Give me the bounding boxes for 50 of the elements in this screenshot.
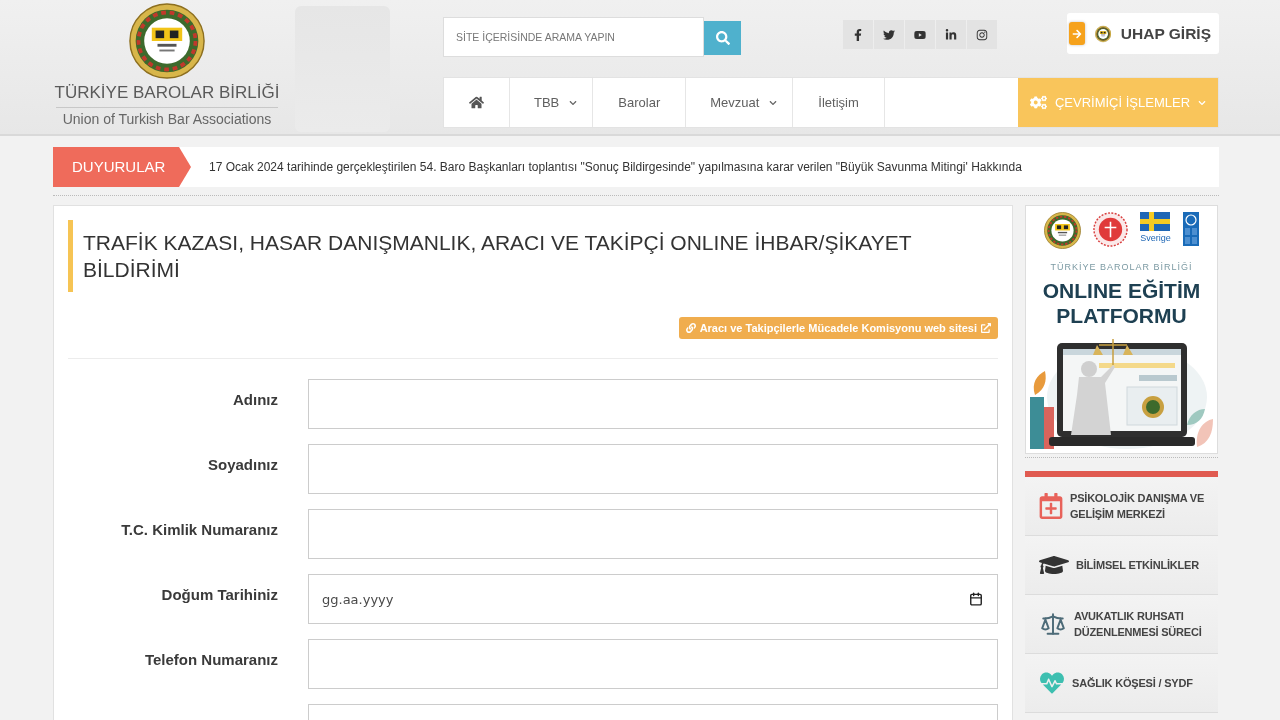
heart-pulse-icon <box>1039 671 1065 695</box>
twitter-icon <box>883 28 895 41</box>
field-label: Soyadınız <box>208 455 278 475</box>
field-label: Doğum Tarihiniz <box>161 585 278 605</box>
nav-link[interactable]: TBB <box>510 78 594 127</box>
text-field[interactable] <box>308 639 998 689</box>
nav-link[interactable]: Barolar <box>593 78 687 127</box>
scale-icon <box>1039 611 1067 637</box>
banner-title: ONLINE EĞİTİM PLATFORMU <box>1041 277 1202 328</box>
external-link-icon <box>981 323 991 333</box>
training-platform-banner[interactable]: Sverige TÜRKİYE BAROLAR BİRLİĞİ ONLINE EĞİTİM PLATFORMU <box>1025 205 1218 454</box>
seal-icon <box>1093 212 1129 247</box>
nav-link[interactable]: Mevzuat <box>686 78 794 127</box>
emblem-icon <box>129 3 205 79</box>
text-field[interactable] <box>308 444 998 494</box>
page-title: TRAFİK KAZASI, HASAR DANIŞMANLIK, ARACI VE TAKİPÇİ ONLINE İHBAR/ŞİKAYET BİLDİRİMİ <box>83 230 913 283</box>
announcement-link[interactable]: 17 Ocak 2024 tarihinde gerçekleştirilen 54. Baro Başkanları toplantısı "Sonuç Bildirgesinde" yapılmasına karar verilen "Büyük Savunma Mitingi' Hakkında <box>209 158 1022 176</box>
arrow-right-icon <box>1069 22 1085 45</box>
text-field[interactable] <box>308 379 998 429</box>
youtube-link[interactable] <box>905 20 935 49</box>
search-icon <box>715 31 730 45</box>
home-icon <box>469 95 484 110</box>
calendar-icon <box>969 592 983 606</box>
banner-subtitle: TÜRKİYE BAROLAR BİRLİĞİ <box>1050 261 1193 274</box>
text-field[interactable] <box>308 509 998 559</box>
twitter-link[interactable] <box>874 20 904 49</box>
youtube-icon <box>914 28 926 41</box>
instagram-link[interactable] <box>967 20 997 49</box>
facebook-icon <box>852 28 864 41</box>
field-label: Telefon Numaranız <box>144 650 278 670</box>
calendar-plus-icon <box>1039 493 1063 519</box>
logo-caption: Sverige <box>1140 233 1171 243</box>
facebook-link[interactable] <box>843 20 873 49</box>
field-label: Adınız <box>233 390 278 410</box>
site-subtitle: Union of Turkish Bar Associations <box>62 110 272 128</box>
gears-icon <box>1029 95 1047 110</box>
linkedin-icon <box>945 28 957 41</box>
link-icon <box>685 323 696 333</box>
sweden-flag-icon <box>1140 212 1171 231</box>
field-label: T.C. Kimlik Numaranız <box>121 520 278 540</box>
instagram-icon <box>976 28 988 41</box>
uhap-login-button[interactable]: UHAP GİRİŞ <box>1067 13 1219 54</box>
linkedin-link[interactable] <box>936 20 966 49</box>
announcements-label: DUYURULAR <box>53 147 191 187</box>
logo-icon <box>1182 212 1199 246</box>
nav-link[interactable]: İletişim <box>793 78 885 127</box>
emblem-icon <box>1044 212 1082 249</box>
site-title: TÜRKİYE BAROLAR BİRLİĞİ <box>54 82 280 104</box>
search-field[interactable]: SİTE İÇERİSİNDE ARAMA YAPIN <box>443 17 704 57</box>
date-field[interactable]: gg.aa.yyyy <box>308 574 998 624</box>
